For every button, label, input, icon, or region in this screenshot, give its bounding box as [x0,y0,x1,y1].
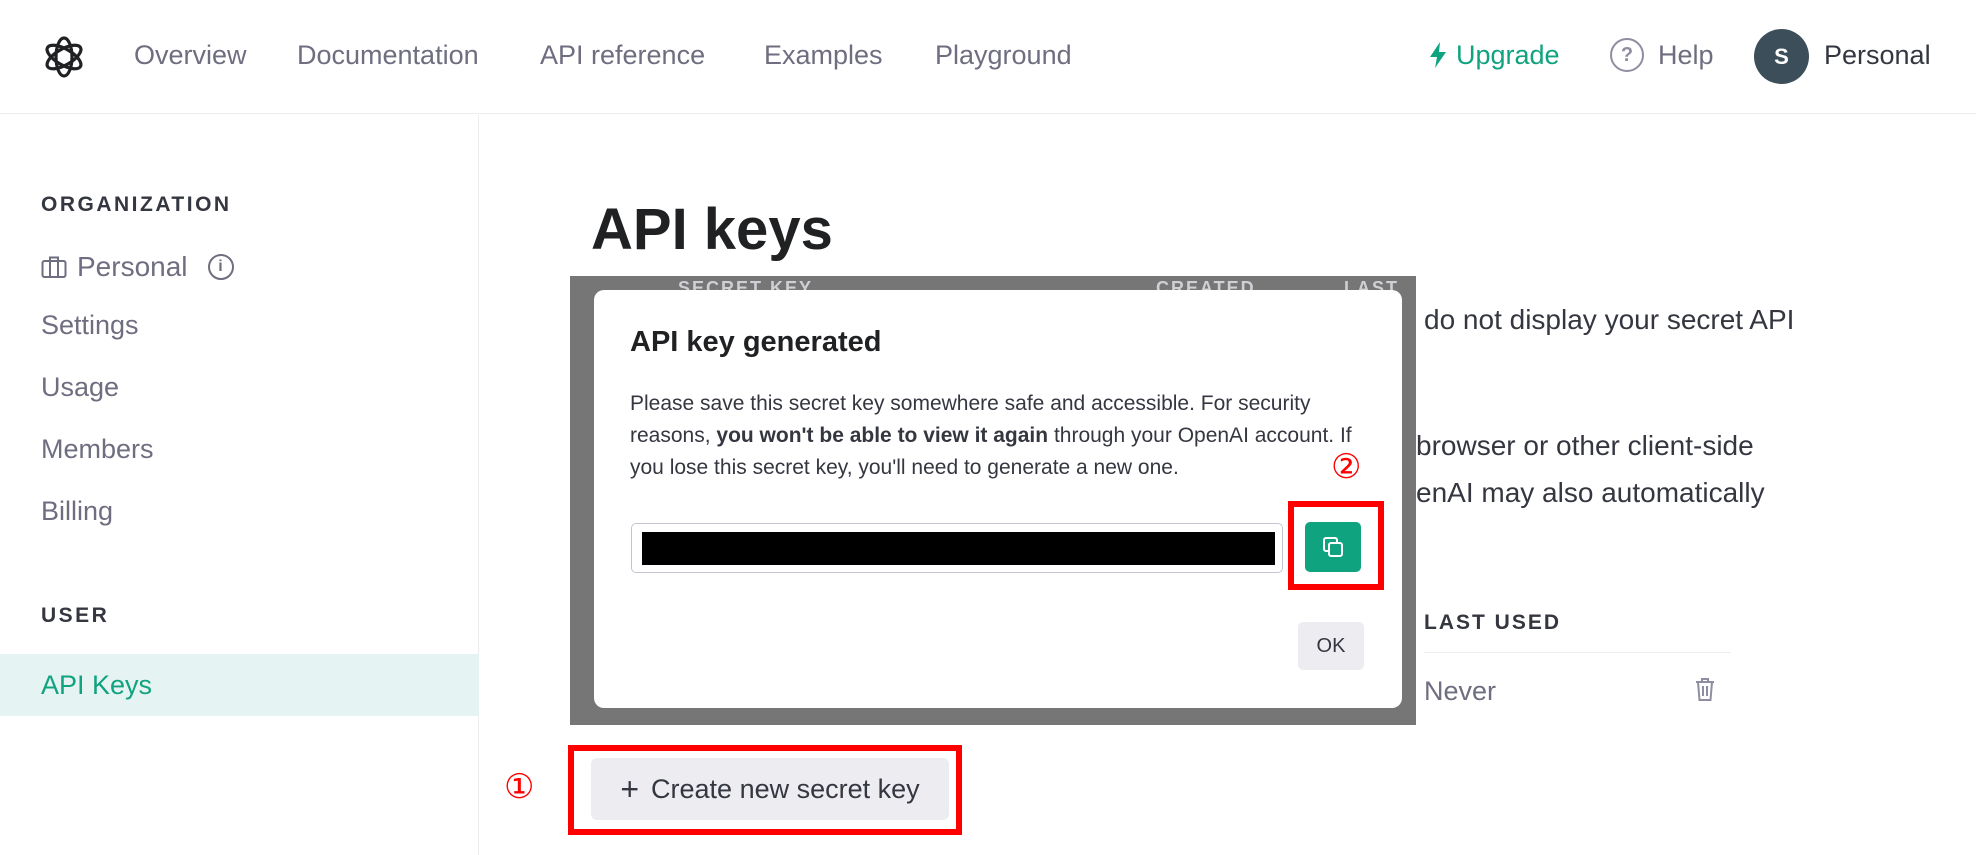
sidebar-org-label: Personal [77,251,188,282]
info-text-line-1: do not display your secret API [1424,304,1795,335]
avatar[interactable]: S [1754,29,1809,84]
info-text-line-2: browser or other client-side [1416,430,1754,461]
dialog-message: Please save this secret key somewhere sa… [630,388,1370,484]
nav-examples[interactable]: Examples [764,38,883,72]
table-row-divider [1424,652,1731,653]
page-title: API keys [591,197,833,262]
sidebar-heading-user: USER [41,604,110,627]
sidebar-item-usage[interactable]: Usage [41,372,119,403]
info-icon[interactable]: i [207,254,234,280]
help-icon: ? [1610,38,1644,72]
redacted-key-value [642,532,1275,565]
highlight-copy-button [1288,501,1384,590]
nav-playground[interactable]: Playground [935,38,1072,72]
last-used-value: Never [1424,676,1497,706]
nav-documentation[interactable]: Documentation [297,38,479,72]
highlight-create-button [568,745,962,835]
top-navigation: Overview Documentation API reference Exa… [0,0,1976,114]
nav-api-reference[interactable]: API reference [540,38,705,72]
sidebar-item-billing[interactable]: Billing [41,496,113,527]
org-switcher[interactable]: Personal [1824,38,1931,72]
info-text-line-3: enAI may also automatically [1416,477,1765,508]
sidebar-item-api-keys[interactable]: API Keys [0,654,479,716]
column-header-last-used: LAST USED [1424,611,1562,634]
sidebar-item-settings[interactable]: Settings [41,310,139,341]
api-key-generated-dialog: API key generated Please save this secre… [594,290,1402,708]
upgrade-link[interactable]: Upgrade [1428,38,1560,72]
annotation-step-2: ② [1331,447,1362,487]
dialog-title: API key generated [630,326,882,358]
ok-button[interactable]: OK [1298,622,1364,670]
help-link[interactable]: ? Help [1610,38,1714,72]
sidebar-heading-organization: ORGANIZATION [41,193,232,216]
nav-overview[interactable]: Overview [134,38,247,72]
lightning-icon [1430,42,1446,68]
trash-icon[interactable] [1694,676,1716,702]
briefcase-icon [41,256,67,278]
annotation-step-1: ① [504,767,535,807]
upgrade-label: Upgrade [1456,40,1560,70]
help-label: Help [1658,40,1714,70]
sidebar-org-personal[interactable]: Personal i [41,251,234,283]
sidebar: ORGANIZATION Personal i Settings Usage M… [0,115,479,855]
openai-logo-icon[interactable] [40,33,88,81]
dialog-message-bold: you won't be able to view it again [716,424,1049,447]
secret-key-field[interactable] [631,523,1283,573]
sidebar-item-members[interactable]: Members [41,434,154,465]
